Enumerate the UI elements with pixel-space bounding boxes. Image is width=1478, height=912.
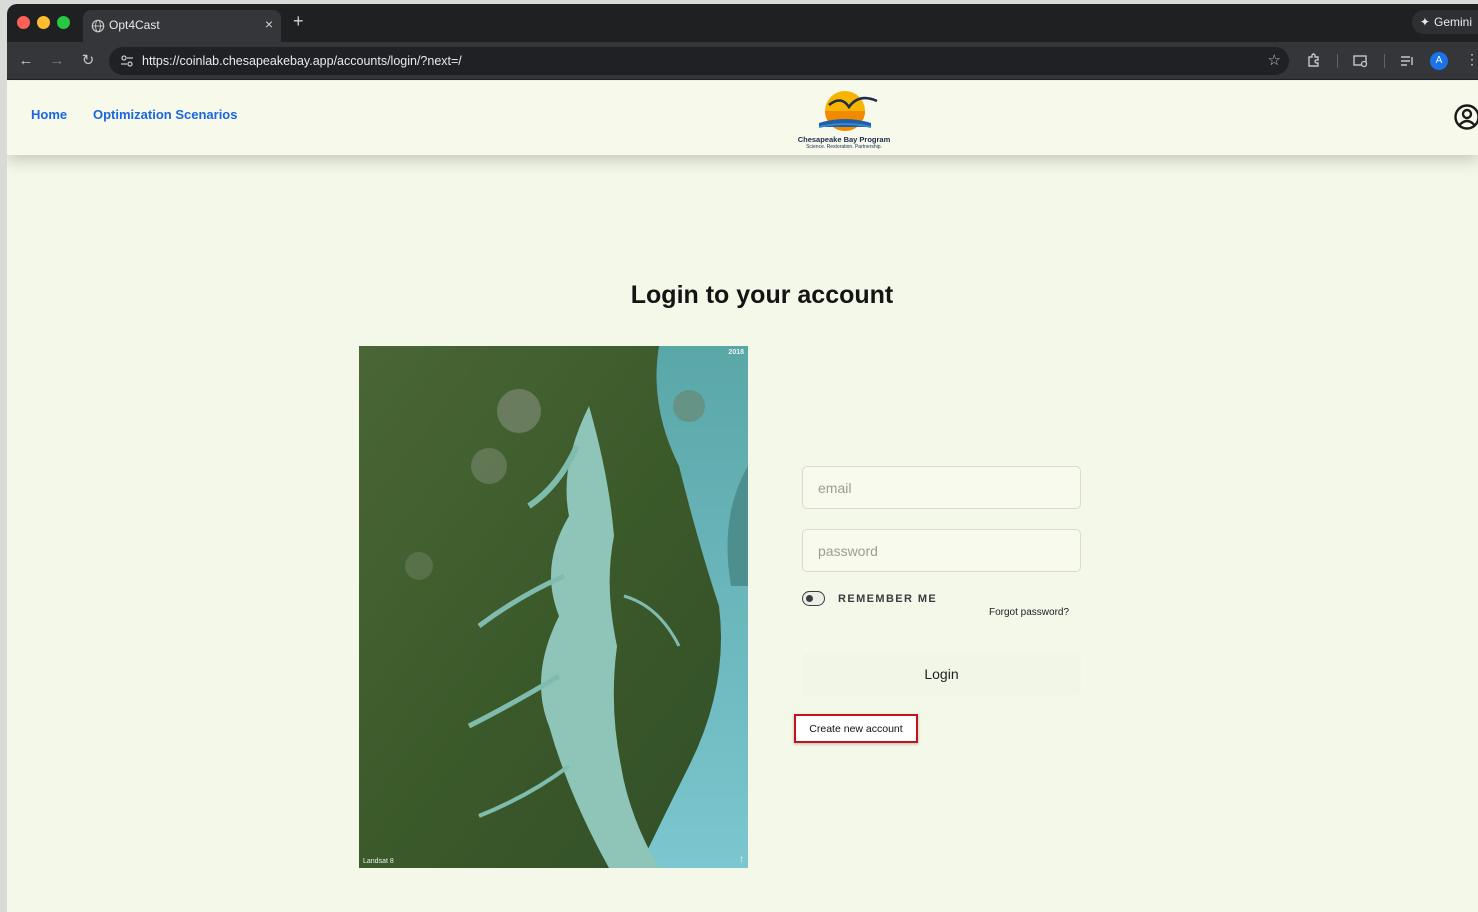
minimize-window-button[interactable]	[37, 16, 50, 29]
toggle-knob	[806, 594, 813, 602]
media-queue-icon[interactable]	[1399, 52, 1417, 70]
tab-close-icon[interactable]: ×	[265, 16, 273, 32]
user-account-icon[interactable]	[1453, 103, 1478, 131]
nav-optimization-scenarios-link[interactable]: Optimization Scenarios	[93, 107, 237, 122]
toolbar-separator	[1337, 54, 1338, 68]
logo-graphic	[818, 91, 878, 131]
satellite-map-graphic	[359, 346, 748, 868]
profile-avatar[interactable]: A	[1430, 52, 1448, 70]
gemini-label: Gemini	[1433, 15, 1472, 29]
remember-me-toggle[interactable]	[802, 591, 825, 606]
page-content: Home Optimization Scenarios Chesapeake B…	[7, 81, 1478, 912]
password-input[interactable]	[802, 529, 1081, 572]
back-icon[interactable]: ←	[16, 51, 36, 71]
sparkle-icon: ✦	[1419, 15, 1430, 29]
nav-home-link[interactable]: Home	[31, 107, 67, 122]
north-arrow-icon: ↑	[739, 854, 744, 865]
map-credit-label: Landsat 8	[363, 858, 394, 865]
tab-title: Opt4Cast	[109, 18, 160, 32]
page-title: Login to your account	[630, 281, 894, 309]
tab-bar: Opt4Cast × + ✦ Gemini	[7, 4, 1478, 42]
browser-toolbar: ← → ↻ https://coinlab.chesapeakebay.app/…	[7, 42, 1478, 80]
map-year-label: 2018	[728, 349, 744, 356]
remember-me-label[interactable]: REMEMBER ME	[838, 593, 937, 605]
forgot-password-link[interactable]: Forgot password?	[989, 607, 1069, 618]
chesapeake-bay-satellite-image: 2018 Landsat 8 ↑	[359, 346, 748, 868]
extensions-icon[interactable]	[1305, 52, 1323, 70]
site-header: Home Optimization Scenarios Chesapeake B…	[7, 81, 1478, 155]
new-tab-button[interactable]: +	[293, 11, 304, 32]
bookmark-star-icon[interactable]: ☆	[1268, 51, 1281, 69]
reload-icon[interactable]: ↻	[78, 51, 98, 71]
logo-title: Chesapeake Bay Program	[797, 135, 891, 144]
forward-icon[interactable]: →	[47, 51, 67, 71]
browser-tab[interactable]: Opt4Cast ×	[83, 10, 281, 42]
address-bar[interactable]: https://coinlab.chesapeakebay.app/accoun…	[109, 47, 1289, 75]
close-window-button[interactable]	[17, 16, 30, 29]
email-input[interactable]	[802, 466, 1081, 509]
chesapeake-bay-program-logo[interactable]: Chesapeake Bay Program Science. Restorat…	[789, 85, 899, 151]
maximize-window-button[interactable]	[57, 16, 70, 29]
site-settings-icon[interactable]	[119, 53, 135, 69]
create-new-account-button[interactable]: Create new account	[794, 714, 918, 743]
url-text[interactable]: https://coinlab.chesapeakebay.app/accoun…	[142, 54, 462, 68]
logo-tagline: Science. Restoration. Partnership.	[806, 144, 882, 150]
login-button[interactable]: Login	[802, 653, 1081, 695]
browser-window: Opt4Cast × + ✦ Gemini ← → ↻ https://coin…	[7, 4, 1478, 912]
globe-icon	[91, 19, 105, 33]
toolbar-separator	[1384, 54, 1385, 68]
more-menu-icon[interactable]: ⋮	[1465, 51, 1478, 68]
cast-search-icon[interactable]	[1352, 52, 1370, 70]
gemini-button[interactable]: ✦ Gemini	[1411, 10, 1478, 34]
